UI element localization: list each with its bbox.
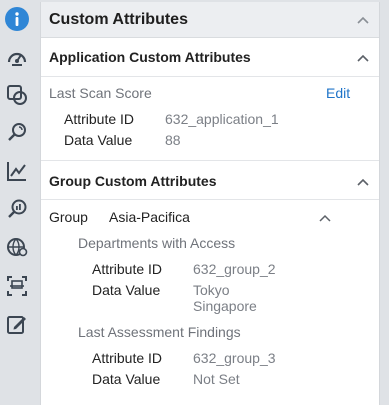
- attribute-id-value: 632_application_1: [165, 111, 279, 127]
- data-value-value: Not Set: [193, 371, 240, 387]
- attribute-group-label: Last Scan Score: [49, 85, 152, 101]
- data-value-value-line2: Singapore: [193, 298, 257, 314]
- data-value-value: Tokyo: [193, 282, 230, 298]
- data-value-label: Data Value: [92, 371, 161, 387]
- attribute-id-value: 632_group_3: [193, 350, 276, 366]
- edit-note-icon[interactable]: [3, 310, 31, 338]
- dashboard-gauge-icon[interactable]: [3, 44, 31, 72]
- data-value-value: 88: [165, 132, 181, 148]
- scan-search-icon[interactable]: [3, 118, 31, 146]
- panel-title: Custom Attributes: [49, 11, 188, 28]
- group-section-title: Group Custom Attributes: [49, 173, 217, 189]
- subgroup-title: Departments with Access: [78, 235, 236, 251]
- globe-settings-icon[interactable]: [3, 233, 31, 261]
- shapes-icon[interactable]: [3, 81, 31, 109]
- collapse-app-section-chevron-icon[interactable]: [357, 54, 369, 62]
- collapse-group-section-chevron-icon[interactable]: [357, 178, 369, 186]
- attribute-id-label: Attribute ID: [92, 261, 163, 277]
- custom-attributes-panel: Custom Attributes Application Custom Att…: [40, 2, 380, 405]
- subgroup-title: Last Assessment Findings: [78, 324, 241, 340]
- search-report-icon[interactable]: [3, 195, 31, 223]
- attribute-id-value: 632_group_2: [193, 261, 276, 277]
- attribute-id-label: Attribute ID: [92, 350, 163, 366]
- attribute-id-label: Attribute ID: [64, 111, 135, 127]
- group-value: Asia-Pacifica: [109, 209, 190, 225]
- panel-header[interactable]: Custom Attributes: [41, 2, 379, 38]
- group-key-label: Group: [49, 209, 88, 225]
- data-value-label: Data Value: [64, 132, 133, 148]
- trend-chart-icon[interactable]: [3, 157, 31, 185]
- collapse-group-chevron-icon[interactable]: [319, 214, 331, 222]
- edit-link[interactable]: Edit: [326, 85, 350, 101]
- screen-scan-icon[interactable]: [3, 272, 31, 300]
- collapse-panel-chevron-icon[interactable]: [357, 16, 369, 24]
- data-value-label: Data Value: [92, 282, 161, 298]
- divider: [41, 76, 379, 77]
- info-icon[interactable]: [3, 5, 31, 33]
- divider: [41, 199, 379, 200]
- app-section-title: Application Custom Attributes: [49, 49, 251, 65]
- icon-rail: [0, 0, 34, 405]
- divider: [41, 160, 379, 161]
